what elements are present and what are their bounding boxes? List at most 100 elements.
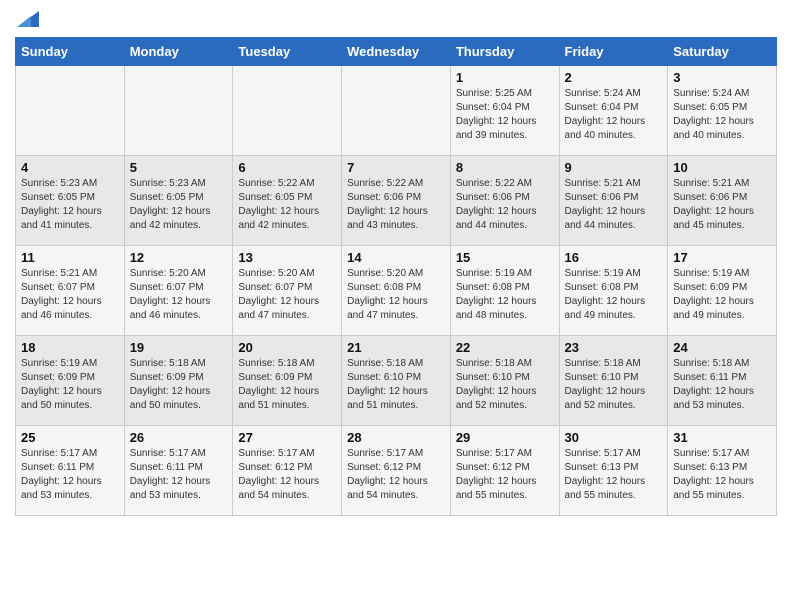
day-number: 26 <box>130 430 228 445</box>
weekday-header-friday: Friday <box>559 38 668 66</box>
day-number: 18 <box>21 340 119 355</box>
day-cell: 26 Sunrise: 5:17 AM Sunset: 6:11 PM Dayli… <box>124 426 233 516</box>
day-number: 14 <box>347 250 445 265</box>
day-detail: Sunrise: 5:22 AM Sunset: 6:06 PM Dayligh… <box>456 177 554 233</box>
day-detail: Sunrise: 5:19 AM Sunset: 6:09 PM Dayligh… <box>673 267 771 323</box>
day-number: 27 <box>238 430 336 445</box>
day-detail: Sunrise: 5:17 AM Sunset: 6:13 PM Dayligh… <box>565 447 663 503</box>
day-detail: Sunrise: 5:18 AM Sunset: 6:10 PM Dayligh… <box>347 357 445 413</box>
day-number: 13 <box>238 250 336 265</box>
day-number: 25 <box>21 430 119 445</box>
day-detail: Sunrise: 5:24 AM Sunset: 6:05 PM Dayligh… <box>673 87 771 143</box>
day-cell: 12Sunrise: 5:20 AM Sunset: 6:07 PM Dayli… <box>124 246 233 336</box>
day-number: 28 <box>347 430 445 445</box>
day-number: 17 <box>673 250 771 265</box>
day-cell: 4 Sunrise: 5:23 AM Sunset: 6:05 PM Daylig… <box>16 156 125 246</box>
day-detail: Sunrise: 5:19 AM Sunset: 6:08 PM Dayligh… <box>456 267 554 323</box>
day-cell: 23Sunrise: 5:18 AM Sunset: 6:10 PM Dayli… <box>559 336 668 426</box>
day-detail: Sunrise: 5:17 AM Sunset: 6:12 PM Dayligh… <box>456 447 554 503</box>
day-number: 9 <box>565 160 663 175</box>
week-row-5: 25 Sunrise: 5:17 AM Sunset: 6:11 PM Dayli… <box>16 426 777 516</box>
weekday-header-tuesday: Tuesday <box>233 38 342 66</box>
day-cell: 29 Sunrise: 5:17 AM Sunset: 6:12 PM Dayli… <box>450 426 559 516</box>
day-detail: Sunrise: 5:22 AM Sunset: 6:05 PM Dayligh… <box>238 177 336 233</box>
week-row-2: 4 Sunrise: 5:23 AM Sunset: 6:05 PM Daylig… <box>16 156 777 246</box>
day-number: 20 <box>238 340 336 355</box>
day-number: 5 <box>130 160 228 175</box>
weekday-header-monday: Monday <box>124 38 233 66</box>
day-number: 12 <box>130 250 228 265</box>
day-number: 16 <box>565 250 663 265</box>
day-detail: Sunrise: 5:17 AM Sunset: 6:12 PM Dayligh… <box>347 447 445 503</box>
day-number: 15 <box>456 250 554 265</box>
day-cell: 15 Sunrise: 5:19 AM Sunset: 6:08 PM Dayli… <box>450 246 559 336</box>
day-cell <box>16 66 125 156</box>
day-detail: Sunrise: 5:23 AM Sunset: 6:05 PM Dayligh… <box>21 177 119 233</box>
day-number: 11 <box>21 250 119 265</box>
day-number: 23 <box>565 340 663 355</box>
day-detail: Sunrise: 5:25 AM Sunset: 6:04 PM Dayligh… <box>456 87 554 143</box>
day-cell: 31 Sunrise: 5:17 AM Sunset: 6:13 PM Dayli… <box>668 426 777 516</box>
week-row-3: 11Sunrise: 5:21 AM Sunset: 6:07 PM Dayli… <box>16 246 777 336</box>
day-number: 10 <box>673 160 771 175</box>
day-cell <box>124 66 233 156</box>
day-cell: 20Sunrise: 5:18 AM Sunset: 6:09 PM Dayli… <box>233 336 342 426</box>
day-number: 29 <box>456 430 554 445</box>
day-number: 7 <box>347 160 445 175</box>
day-detail: Sunrise: 5:17 AM Sunset: 6:13 PM Dayligh… <box>673 447 771 503</box>
weekday-header-row: SundayMondayTuesdayWednesdayThursdayFrid… <box>16 38 777 66</box>
day-detail: Sunrise: 5:20 AM Sunset: 6:07 PM Dayligh… <box>238 267 336 323</box>
day-detail: Sunrise: 5:17 AM Sunset: 6:12 PM Dayligh… <box>238 447 336 503</box>
day-cell <box>342 66 451 156</box>
day-cell: 6 Sunrise: 5:22 AM Sunset: 6:05 PM Daylig… <box>233 156 342 246</box>
day-cell: 7 Sunrise: 5:22 AM Sunset: 6:06 PM Daylig… <box>342 156 451 246</box>
day-cell: 24 Sunrise: 5:18 AM Sunset: 6:11 PM Dayli… <box>668 336 777 426</box>
day-number: 4 <box>21 160 119 175</box>
day-number: 6 <box>238 160 336 175</box>
day-cell: 25 Sunrise: 5:17 AM Sunset: 6:11 PM Dayli… <box>16 426 125 516</box>
day-detail: Sunrise: 5:19 AM Sunset: 6:08 PM Dayligh… <box>565 267 663 323</box>
day-detail: Sunrise: 5:23 AM Sunset: 6:05 PM Dayligh… <box>130 177 228 233</box>
day-cell: 30 Sunrise: 5:17 AM Sunset: 6:13 PM Dayli… <box>559 426 668 516</box>
day-detail: Sunrise: 5:22 AM Sunset: 6:06 PM Dayligh… <box>347 177 445 233</box>
day-detail: Sunrise: 5:18 AM Sunset: 6:11 PM Dayligh… <box>673 357 771 413</box>
day-number: 24 <box>673 340 771 355</box>
day-detail: Sunrise: 5:24 AM Sunset: 6:04 PM Dayligh… <box>565 87 663 143</box>
day-detail: Sunrise: 5:18 AM Sunset: 6:09 PM Dayligh… <box>130 357 228 413</box>
day-cell: 11Sunrise: 5:21 AM Sunset: 6:07 PM Dayli… <box>16 246 125 336</box>
week-row-1: 1Sunrise: 5:25 AM Sunset: 6:04 PM Daylig… <box>16 66 777 156</box>
day-number: 19 <box>130 340 228 355</box>
day-number: 2 <box>565 70 663 85</box>
day-number: 21 <box>347 340 445 355</box>
day-number: 3 <box>673 70 771 85</box>
day-number: 30 <box>565 430 663 445</box>
day-cell: 3 Sunrise: 5:24 AM Sunset: 6:05 PM Daylig… <box>668 66 777 156</box>
logo <box>15 15 39 27</box>
day-detail: Sunrise: 5:20 AM Sunset: 6:08 PM Dayligh… <box>347 267 445 323</box>
logo-icon <box>17 11 39 27</box>
day-cell: 27 Sunrise: 5:17 AM Sunset: 6:12 PM Dayli… <box>233 426 342 516</box>
day-number: 31 <box>673 430 771 445</box>
weekday-header-wednesday: Wednesday <box>342 38 451 66</box>
day-detail: Sunrise: 5:17 AM Sunset: 6:11 PM Dayligh… <box>130 447 228 503</box>
day-cell: 18 Sunrise: 5:19 AM Sunset: 6:09 PM Dayli… <box>16 336 125 426</box>
day-cell: 16 Sunrise: 5:19 AM Sunset: 6:08 PM Dayli… <box>559 246 668 336</box>
day-detail: Sunrise: 5:17 AM Sunset: 6:11 PM Dayligh… <box>21 447 119 503</box>
day-cell: 13 Sunrise: 5:20 AM Sunset: 6:07 PM Dayli… <box>233 246 342 336</box>
day-cell: 1Sunrise: 5:25 AM Sunset: 6:04 PM Daylig… <box>450 66 559 156</box>
day-cell: 22Sunrise: 5:18 AM Sunset: 6:10 PM Dayli… <box>450 336 559 426</box>
day-detail: Sunrise: 5:18 AM Sunset: 6:10 PM Dayligh… <box>456 357 554 413</box>
day-cell: 17 Sunrise: 5:19 AM Sunset: 6:09 PM Dayli… <box>668 246 777 336</box>
weekday-header-saturday: Saturday <box>668 38 777 66</box>
calendar-page: SundayMondayTuesdayWednesdayThursdayFrid… <box>0 0 792 531</box>
day-cell: 2 Sunrise: 5:24 AM Sunset: 6:04 PM Daylig… <box>559 66 668 156</box>
day-detail: Sunrise: 5:21 AM Sunset: 6:06 PM Dayligh… <box>565 177 663 233</box>
day-cell: 28 Sunrise: 5:17 AM Sunset: 6:12 PM Dayli… <box>342 426 451 516</box>
day-cell: 14 Sunrise: 5:20 AM Sunset: 6:08 PM Dayli… <box>342 246 451 336</box>
day-number: 8 <box>456 160 554 175</box>
weekday-header-sunday: Sunday <box>16 38 125 66</box>
header <box>15 15 777 27</box>
day-cell <box>233 66 342 156</box>
day-cell: 19 Sunrise: 5:18 AM Sunset: 6:09 PM Dayli… <box>124 336 233 426</box>
day-detail: Sunrise: 5:19 AM Sunset: 6:09 PM Dayligh… <box>21 357 119 413</box>
